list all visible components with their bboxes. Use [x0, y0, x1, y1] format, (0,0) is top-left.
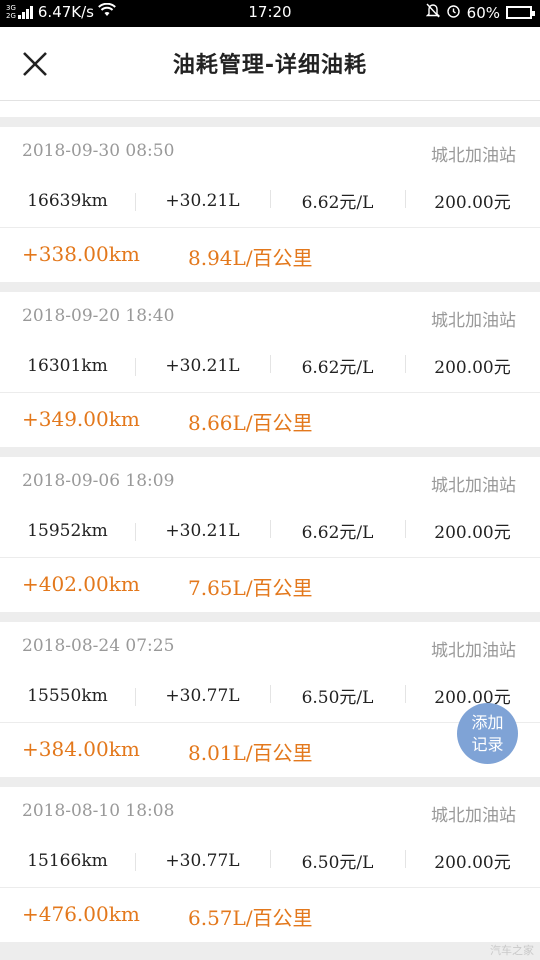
record-volume: +30.21L [135, 521, 270, 541]
record-volume: +30.21L [135, 356, 270, 376]
list-top-strip [0, 101, 540, 117]
record-distance: +338.00km [22, 242, 140, 266]
fuel-record-card[interactable]: 2018-09-06 18:09 城北加油站 15952km +30.21L 6.62元… [0, 457, 540, 612]
record-amount: 200.00元 [405, 353, 540, 378]
record-odometer: 16301km [27, 355, 108, 376]
record-summary: +349.00km 8.66L/百公里 [0, 393, 540, 447]
add-record-button[interactable]: 添加 记录 [457, 703, 518, 764]
record-odometer: 15166km [27, 850, 108, 871]
record-distance: +476.00km [22, 902, 140, 926]
record-station: 城北加油站 [431, 146, 516, 166]
record-details: 15166km +30.77L 6.50元/L 200.00元 [0, 834, 540, 888]
record-odometer: 16639km [27, 190, 108, 211]
record-datetime: 2018-08-24 07:25 [22, 636, 175, 656]
status-bar: 3G 2G 6.47K/s 17:20 60% [0, 0, 540, 27]
record-consumption: 7.65L/百公里 [188, 576, 313, 600]
record-datetime: 2018-09-20 18:40 [22, 306, 175, 326]
record-details: 15550km +30.77L 6.50元/L 200.00元 [0, 669, 540, 723]
record-datetime: 2018-08-10 18:08 [22, 801, 175, 821]
record-amount: 200.00元 [405, 188, 540, 213]
record-details: 15952km +30.21L 6.62元/L 200.00元 [0, 504, 540, 558]
mute-bell-icon [425, 3, 440, 22]
record-volume: +30.21L [135, 191, 270, 211]
fuel-record-card[interactable]: 2018-09-20 18:40 城北加油站 16301km +30.21L 6.62元… [0, 292, 540, 447]
record-price: 6.62元/L [270, 353, 405, 378]
alarm-icon [446, 3, 461, 22]
record-header: 2018-09-20 18:40 城北加油站 [0, 292, 540, 339]
record-station: 城北加油站 [431, 476, 516, 496]
record-details: 16301km +30.21L 6.62元/L 200.00元 [0, 339, 540, 393]
record-header: 2018-08-10 18:08 城北加油站 [0, 787, 540, 834]
record-consumption: 8.66L/百公里 [188, 411, 313, 435]
fuel-record-card[interactable]: 2018-09-30 08:50 城北加油站 16639km +30.21L 6.62元… [0, 127, 540, 282]
fuel-record-card[interactable]: 2018-08-24 07:25 城北加油站 15550km +30.77L 6.50元… [0, 622, 540, 777]
record-distance: +349.00km [22, 407, 140, 431]
record-summary: +402.00km 7.65L/百公里 [0, 558, 540, 612]
nav-bar: 油耗管理-详细油耗 [0, 27, 540, 101]
battery-percent: 60% [466, 3, 500, 22]
record-station: 城北加油站 [431, 641, 516, 661]
fuel-record-list[interactable]: 2018-09-30 08:50 城北加油站 16639km +30.21L 6.62元… [0, 127, 540, 952]
record-price: 6.50元/L [270, 683, 405, 708]
record-details: 16639km +30.21L 6.62元/L 200.00元 [0, 174, 540, 228]
record-header: 2018-09-30 08:50 城北加油站 [0, 127, 540, 174]
record-header: 2018-09-06 18:09 城北加油站 [0, 457, 540, 504]
add-record-label-line1: 添加 [471, 712, 504, 732]
record-consumption: 8.94L/百公里 [188, 246, 313, 270]
record-price: 6.62元/L [270, 188, 405, 213]
record-consumption: 8.01L/百公里 [188, 741, 313, 765]
fuel-record-card[interactable]: 2018-08-10 18:08 城北加油站 15166km +30.77L 6.50元… [0, 787, 540, 942]
add-record-label-line2: 记录 [471, 734, 504, 754]
record-volume: +30.77L [135, 686, 270, 706]
record-odometer: 15952km [27, 520, 108, 541]
battery-icon [506, 6, 535, 19]
record-distance: +402.00km [22, 572, 140, 596]
record-datetime: 2018-09-30 08:50 [22, 141, 175, 161]
record-price: 6.62元/L [270, 518, 405, 543]
record-amount: 200.00元 [405, 683, 540, 708]
watermark: 汽车之家 [490, 944, 534, 957]
record-amount: 200.00元 [405, 848, 540, 873]
record-station: 城北加油站 [431, 311, 516, 331]
record-amount: 200.00元 [405, 518, 540, 543]
record-datetime: 2018-09-06 18:09 [22, 471, 175, 491]
record-station: 城北加油站 [431, 806, 516, 826]
status-right: 60% [425, 3, 535, 22]
page-title: 油耗管理-详细油耗 [172, 53, 368, 78]
record-consumption: 6.57L/百公里 [188, 906, 313, 930]
record-header: 2018-08-24 07:25 城北加油站 [0, 622, 540, 669]
record-summary: +476.00km 6.57L/百公里 [0, 888, 540, 942]
record-odometer: 15550km [27, 685, 108, 706]
record-summary: +338.00km 8.94L/百公里 [0, 228, 540, 282]
record-price: 6.50元/L [270, 848, 405, 873]
record-volume: +30.77L [135, 851, 270, 871]
record-distance: +384.00km [22, 737, 140, 761]
